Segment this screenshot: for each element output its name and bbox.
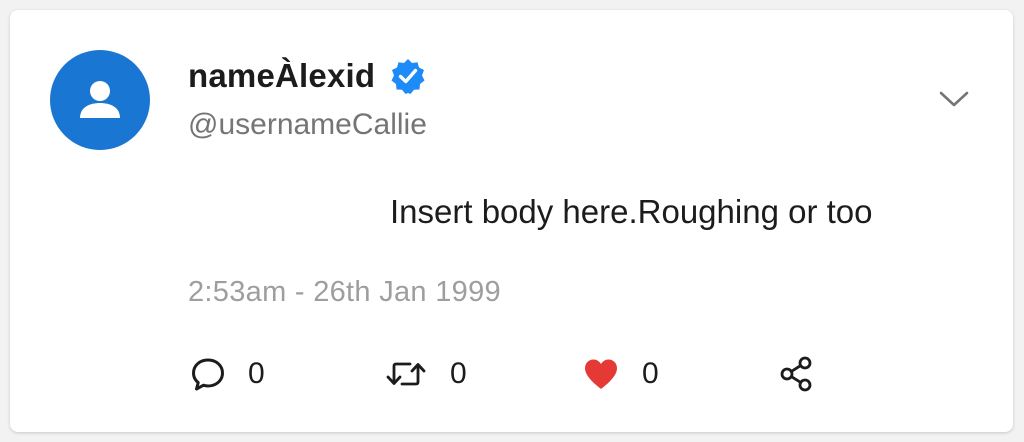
author-display-name[interactable]: nameÀlexid [188, 57, 375, 95]
author-username[interactable]: @usernameCallie [188, 108, 427, 142]
heart-icon [585, 359, 617, 389]
share-button[interactable] [778, 356, 816, 392]
like-button[interactable]: 0 [582, 356, 659, 392]
person-icon [80, 81, 120, 118]
reply-button[interactable]: 0 [190, 356, 265, 392]
avatar[interactable] [50, 50, 150, 150]
chevron-down-icon[interactable] [938, 88, 970, 110]
author-name-row: nameÀlexid [188, 54, 427, 98]
share-icon [780, 356, 812, 392]
comment-bubble-icon [192, 358, 224, 391]
tweet-timestamp[interactable]: 2:53am - 26th Jan 1999 [188, 276, 501, 309]
like-count: 0 [642, 357, 659, 390]
verified-badge-icon [389, 57, 427, 95]
retweet-icon [386, 362, 426, 386]
reply-count: 0 [248, 357, 265, 390]
tweet-card: nameÀlexid @usernameCallie Insert body h… [10, 10, 1013, 432]
retweet-count: 0 [450, 357, 467, 390]
tweet-body: Insert body here.Roughing or too [390, 193, 873, 230]
retweet-button[interactable]: 0 [384, 356, 467, 392]
